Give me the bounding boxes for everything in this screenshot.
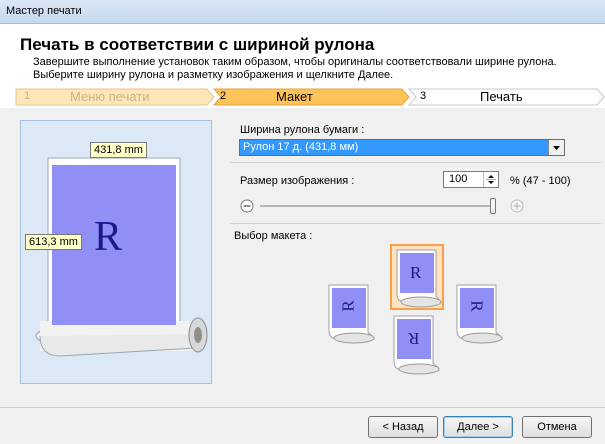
layout-upside-down[interactable]: R: [393, 315, 443, 377]
image-size-label: Размер изображения :: [240, 175, 355, 187]
footer-divider: [0, 407, 605, 408]
roll-width-label: Ширина рулона бумаги :: [240, 124, 365, 136]
chevron-down-icon[interactable]: [548, 140, 564, 155]
step-print: 3 Печать: [420, 89, 523, 104]
image-size-value: 100: [449, 173, 468, 185]
width-dimension-label: 431,8 mm: [90, 142, 147, 158]
back-button[interactable]: < Назад: [368, 416, 438, 438]
layout-glyph: R: [408, 329, 420, 348]
step-layout: 2 Макет: [220, 89, 313, 104]
next-button[interactable]: Далее >: [443, 416, 513, 438]
height-dimension-label: 613,3 mm: [25, 234, 82, 250]
layout-glyph: R: [467, 300, 487, 312]
layout-normal[interactable]: R: [390, 244, 444, 310]
layout-glyph: R: [338, 300, 358, 312]
layout-rotate-right[interactable]: R: [456, 284, 506, 346]
slider-track: [260, 205, 496, 207]
roll-width-select[interactable]: Рулон 17 д. (431,8 мм): [239, 139, 565, 156]
layout-rotate-left[interactable]: R: [328, 284, 376, 346]
image-size-slider[interactable]: [260, 198, 496, 214]
description-line-1: Завершите выполнение установок таким обр…: [33, 56, 557, 68]
step-print-menu: 1 Меню печати: [24, 89, 150, 104]
image-size-range: % (47 - 100): [510, 175, 571, 187]
wizard-header: Печать в соответствии с шириной рулона З…: [0, 24, 605, 86]
divider: [230, 162, 602, 163]
divider: [230, 223, 602, 224]
window-title: Мастер печати: [6, 5, 82, 17]
cancel-button[interactable]: Отмена: [522, 416, 592, 438]
layout-label: Выбор макета :: [234, 230, 313, 242]
zoom-out-icon[interactable]: [240, 199, 254, 216]
spinner-icon[interactable]: [483, 172, 498, 187]
roll-width-value: Рулон 17 д. (431,8 мм): [243, 141, 359, 153]
window-titlebar: Мастер печати: [0, 0, 605, 24]
layout-glyph: R: [410, 263, 422, 282]
preview-glyph: R: [94, 214, 123, 260]
wizard-steps: 1 Меню печати 2 Макет 3 Печать: [0, 86, 605, 108]
zoom-in-icon[interactable]: [510, 199, 524, 216]
description-line-2: Выберите ширину рулона и разметку изобра…: [33, 69, 394, 81]
page-title: Печать в соответствии с шириной рулона: [20, 35, 375, 54]
roll-preview: R: [20, 120, 212, 384]
slider-thumb[interactable]: [490, 198, 496, 214]
image-size-input[interactable]: 100: [443, 171, 499, 188]
